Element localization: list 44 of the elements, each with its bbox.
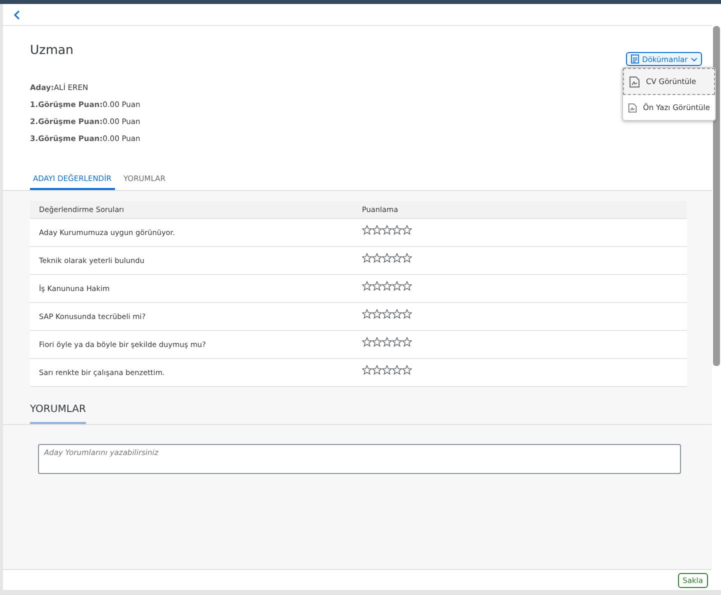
star-icon[interactable] bbox=[372, 309, 382, 319]
scrollbar-thumb[interactable] bbox=[713, 26, 720, 366]
chevron-down-icon bbox=[690, 56, 697, 62]
star-icon[interactable] bbox=[392, 309, 402, 319]
page-title: Uzman bbox=[30, 42, 74, 57]
star-rating[interactable] bbox=[362, 337, 412, 347]
star-rating[interactable] bbox=[362, 253, 412, 263]
star-icon[interactable] bbox=[382, 225, 392, 235]
star-icon[interactable] bbox=[362, 253, 372, 263]
star-icon[interactable] bbox=[402, 253, 412, 263]
star-rating[interactable] bbox=[362, 309, 412, 319]
star-icon[interactable] bbox=[392, 281, 402, 291]
star-icon[interactable] bbox=[362, 365, 372, 375]
star-icon[interactable] bbox=[392, 253, 402, 263]
star-icon[interactable] bbox=[372, 337, 382, 347]
star-icon[interactable] bbox=[382, 365, 392, 375]
star-icon[interactable] bbox=[392, 337, 402, 347]
star-icon[interactable] bbox=[402, 365, 412, 375]
star-rating[interactable] bbox=[362, 365, 412, 375]
star-rating[interactable] bbox=[362, 225, 412, 235]
star-icon[interactable] bbox=[392, 365, 402, 375]
star-icon[interactable] bbox=[382, 309, 392, 319]
star-icon[interactable] bbox=[392, 225, 402, 235]
section-title: YORUMLAR bbox=[30, 400, 86, 424]
star-icon[interactable] bbox=[362, 337, 372, 347]
star-icon[interactable] bbox=[372, 281, 382, 291]
star-icon[interactable] bbox=[402, 337, 412, 347]
star-icon[interactable] bbox=[362, 281, 372, 291]
chevron-left-icon bbox=[13, 10, 21, 20]
star-rating[interactable] bbox=[362, 281, 412, 291]
pdf-file-icon bbox=[629, 76, 640, 88]
star-icon[interactable] bbox=[382, 253, 392, 263]
star-icon[interactable] bbox=[402, 225, 412, 235]
document-icon bbox=[631, 54, 640, 64]
star-icon[interactable] bbox=[402, 309, 412, 319]
star-icon[interactable] bbox=[402, 281, 412, 291]
star-icon[interactable] bbox=[362, 309, 372, 319]
star-icon[interactable] bbox=[382, 281, 392, 291]
star-icon[interactable] bbox=[372, 225, 382, 235]
star-icon[interactable] bbox=[362, 225, 372, 235]
star-icon[interactable] bbox=[372, 365, 382, 375]
pdf-file-icon bbox=[628, 102, 638, 114]
star-icon[interactable] bbox=[382, 337, 392, 347]
star-icon[interactable] bbox=[372, 253, 382, 263]
